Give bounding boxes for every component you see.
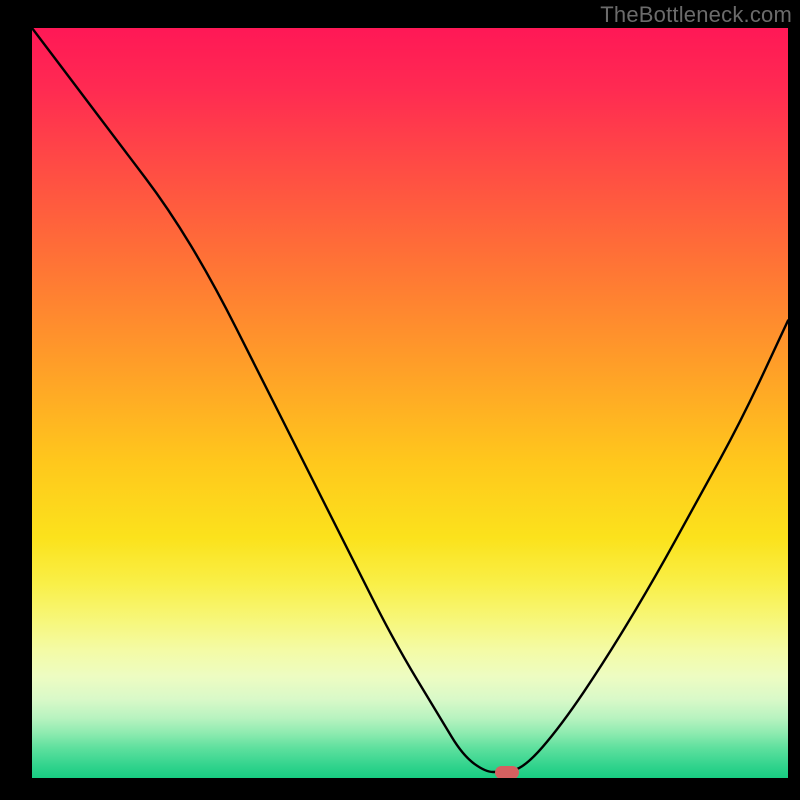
bottleneck-curve bbox=[32, 28, 788, 778]
optimal-point-marker bbox=[495, 766, 519, 779]
plot-area bbox=[32, 28, 788, 778]
chart-frame: TheBottleneck.com bbox=[0, 0, 800, 800]
watermark-text: TheBottleneck.com bbox=[600, 2, 792, 28]
